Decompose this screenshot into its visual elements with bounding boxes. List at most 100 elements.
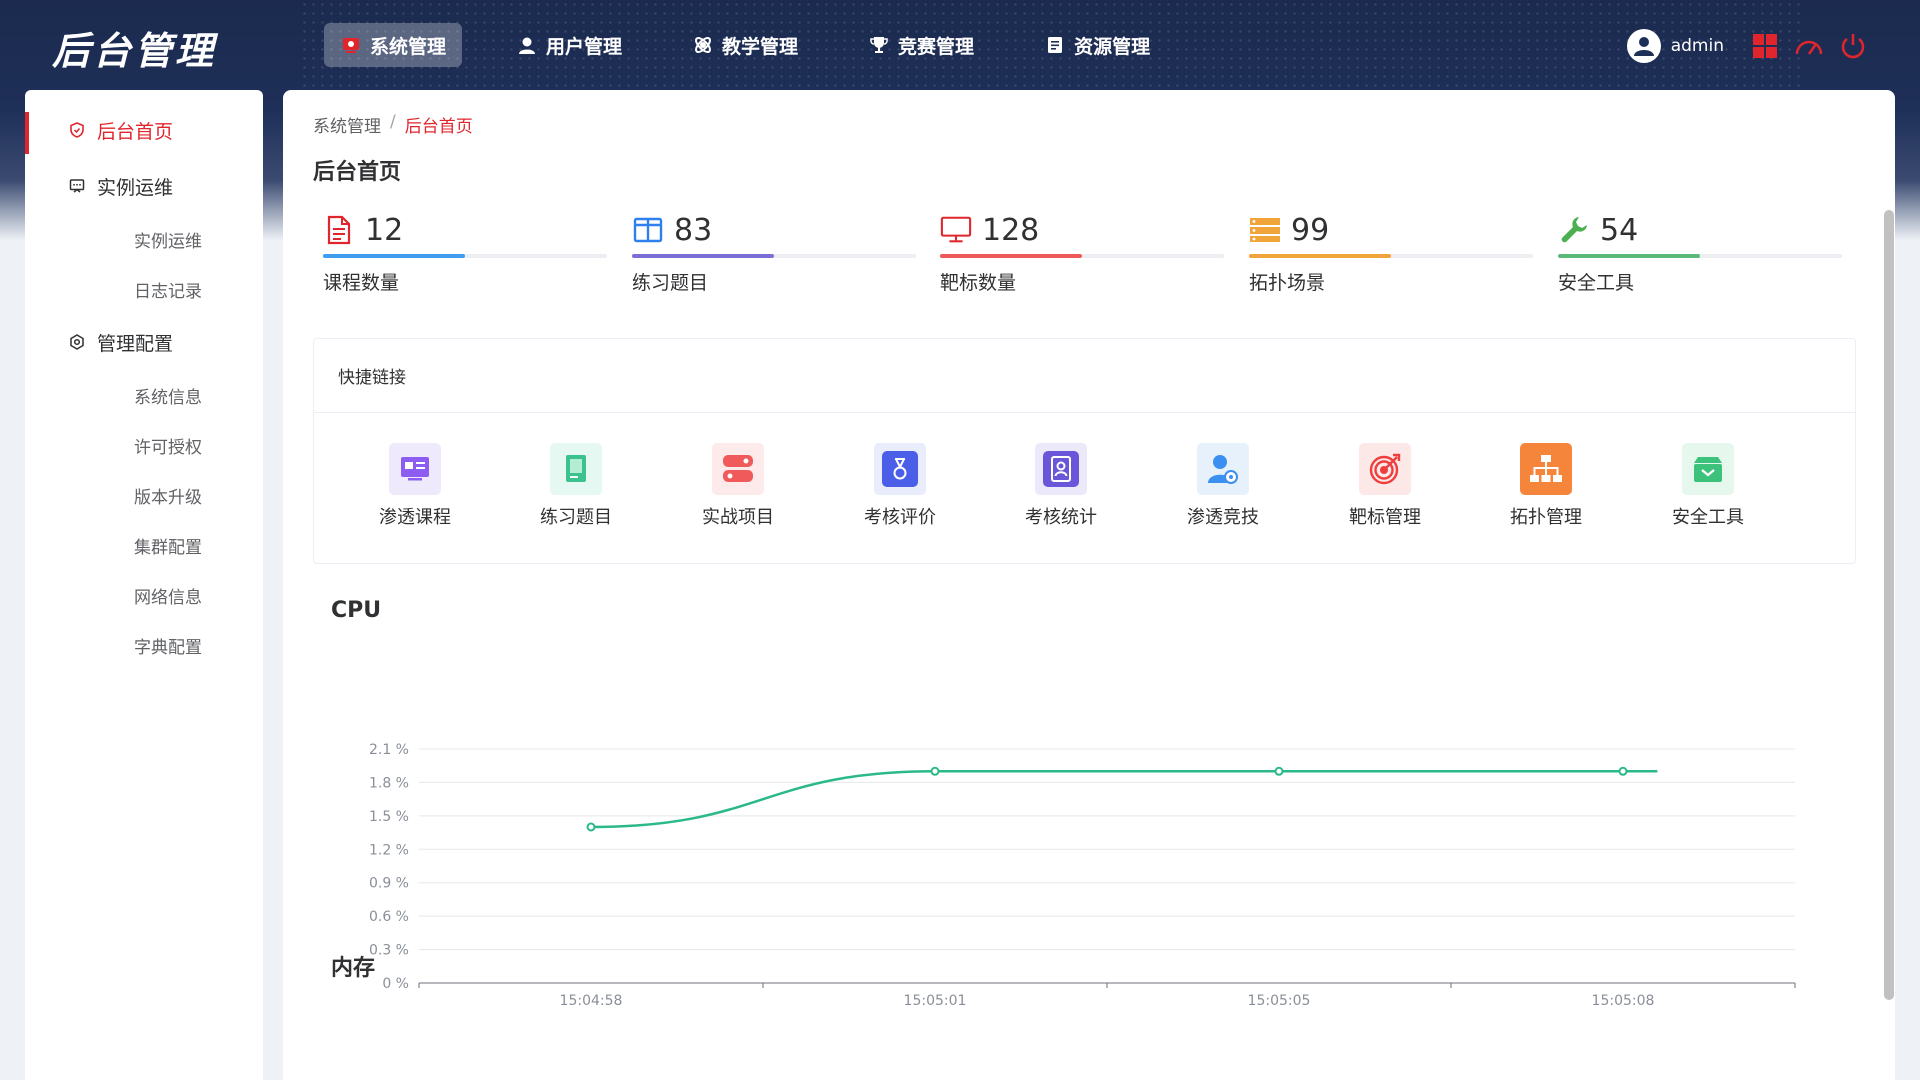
stat-progress-track bbox=[323, 254, 607, 258]
quick-link-project[interactable]: 实战项目 bbox=[673, 443, 803, 529]
sidebar-item-logs[interactable]: 日志记录 bbox=[25, 264, 263, 314]
nav-system[interactable]: 系统管理 bbox=[324, 23, 463, 67]
nav-label: 竞赛管理 bbox=[898, 35, 975, 58]
target-icon bbox=[1359, 443, 1411, 495]
stats-row: 12 课程数量 83 练习题目 128 靶标数量 99 拓扑场景 54 安全工具 bbox=[323, 212, 1843, 302]
nav-label: 教学管理 bbox=[722, 35, 799, 58]
quick-link-course[interactable]: 渗透课程 bbox=[350, 443, 480, 529]
sidebar-item-home[interactable]: 后台首页 bbox=[25, 102, 263, 158]
stat-progress-track bbox=[632, 254, 916, 258]
topology-icon bbox=[1520, 443, 1572, 495]
quick-link-topology[interactable]: 拓扑管理 bbox=[1481, 443, 1611, 529]
nav-resource[interactable]: 资源管理 bbox=[1028, 23, 1166, 67]
quick-link-statistics[interactable]: 考核统计 bbox=[996, 443, 1126, 529]
stat-value: 54 bbox=[1600, 212, 1639, 248]
book-icon bbox=[632, 214, 664, 246]
username[interactable]: admin bbox=[1671, 36, 1724, 56]
sidebar-group-instance[interactable]: 实例运维 bbox=[25, 158, 263, 214]
statistics-icon bbox=[1035, 443, 1087, 495]
server-icon bbox=[1249, 214, 1281, 246]
stat-value: 99 bbox=[1291, 212, 1330, 248]
document-icon bbox=[323, 214, 355, 246]
breadcrumb-separator: / bbox=[390, 112, 396, 132]
y-tick-label: 2.1 % bbox=[369, 742, 409, 758]
stat-card-tools: 54 安全工具 bbox=[1558, 212, 1842, 302]
sidebar-item-license[interactable]: 许可授权 bbox=[25, 420, 263, 470]
trophy-icon bbox=[868, 34, 890, 56]
practice-icon bbox=[550, 443, 602, 495]
breadcrumb-current: 后台首页 bbox=[404, 117, 473, 137]
compete-icon bbox=[1197, 443, 1249, 495]
settings-icon bbox=[67, 332, 87, 352]
quick-link-target[interactable]: 靶标管理 bbox=[1320, 443, 1450, 529]
breadcrumb: 系统管理 / 后台首页 bbox=[313, 112, 473, 137]
quick-link-label: 安全工具 bbox=[1672, 507, 1744, 528]
cpu-chart-title: CPU bbox=[331, 598, 382, 623]
sidebar-item-system-info[interactable]: 系统信息 bbox=[25, 370, 263, 420]
quick-link-evaluate[interactable]: 考核评价 bbox=[835, 443, 965, 529]
stat-progress-fill bbox=[323, 254, 465, 258]
avatar[interactable] bbox=[1626, 29, 1661, 63]
quick-link-practice[interactable]: 练习题目 bbox=[511, 443, 641, 529]
power-icon[interactable] bbox=[1836, 29, 1870, 63]
user-area: admin bbox=[1626, 26, 1870, 66]
wrench-icon bbox=[1558, 214, 1590, 246]
quick-links-title: 快捷链接 bbox=[314, 339, 1855, 413]
data-point bbox=[586, 822, 596, 832]
quick-link-label: 实战项目 bbox=[702, 507, 774, 528]
stat-progress-fill bbox=[940, 254, 1082, 258]
sidebar-item-instance-ops[interactable]: 实例运维 bbox=[25, 214, 263, 264]
evaluate-icon bbox=[874, 443, 926, 495]
stat-label: 靶标数量 bbox=[940, 272, 1017, 294]
teach-icon bbox=[692, 34, 714, 56]
memory-chart: 25 %30 % bbox=[283, 980, 1843, 1080]
cpu-chart: 0 %0.3 %0.6 %0.9 %1.2 %1.5 %1.8 %2.1 %15… bbox=[369, 742, 1796, 1009]
data-point bbox=[930, 766, 940, 776]
resource-icon bbox=[1044, 34, 1066, 56]
y-tick-label: 0.6 % bbox=[369, 909, 409, 925]
quick-link-label: 考核评价 bbox=[864, 507, 936, 528]
stat-label: 课程数量 bbox=[323, 272, 400, 294]
scrollbar-thumb[interactable] bbox=[1884, 210, 1894, 1000]
top-header: 后台管理 系统管理 用户管理 教学管理 竞赛管理 资源管理 admin bbox=[0, 0, 1920, 90]
project-icon bbox=[712, 443, 764, 495]
shield-icon bbox=[67, 120, 87, 140]
course-icon bbox=[389, 443, 441, 495]
sidebar-item-cluster[interactable]: 集群配置 bbox=[25, 520, 263, 570]
stat-card-courses: 12 课程数量 bbox=[323, 212, 607, 302]
stat-value: 12 bbox=[365, 212, 404, 248]
speedometer-icon[interactable] bbox=[1792, 29, 1826, 63]
monitor-chat-icon bbox=[67, 176, 87, 196]
sidebar-group-config[interactable]: 管理配置 bbox=[25, 314, 263, 370]
y-tick-label: 1.5 % bbox=[369, 809, 409, 825]
quick-links-card: 快捷链接 渗透课程 练习题目 实战项目 考核评价 考核统计 渗透竞技 靶标管理 … bbox=[313, 338, 1856, 564]
nav-label: 资源管理 bbox=[1074, 35, 1151, 58]
memory-chart-title: 内存 bbox=[331, 956, 376, 981]
grid-apps-icon[interactable] bbox=[1748, 29, 1782, 63]
top-nav: 系统管理 用户管理 教学管理 竞赛管理 资源管理 bbox=[324, 23, 1204, 67]
sidebar-item-label: 管理配置 bbox=[97, 332, 174, 355]
sidebar-item-label: 实例运维 bbox=[97, 176, 174, 199]
y-tick-label: 1.8 % bbox=[369, 775, 409, 791]
quick-link-compete[interactable]: 渗透竞技 bbox=[1158, 443, 1288, 529]
sidebar-item-network[interactable]: 网络信息 bbox=[25, 570, 263, 620]
stat-card-practice: 83 练习题目 bbox=[632, 212, 916, 302]
nav-competition[interactable]: 竞赛管理 bbox=[852, 23, 990, 67]
nav-teach[interactable]: 教学管理 bbox=[676, 23, 814, 67]
quick-link-toolbox[interactable]: 安全工具 bbox=[1643, 443, 1773, 529]
sidebar: 后台首页 实例运维 实例运维 日志记录 管理配置 系统信息 许可授权 版本升级 … bbox=[25, 90, 263, 1080]
main-panel: 系统管理 / 后台首页 后台首页 12 课程数量 83 练习题目 128 靶标数… bbox=[283, 90, 1895, 1080]
system-icon bbox=[340, 34, 362, 56]
sidebar-item-dictionary[interactable]: 字典配置 bbox=[25, 620, 263, 670]
quick-link-label: 练习题目 bbox=[540, 507, 612, 528]
sidebar-item-label: 后台首页 bbox=[97, 120, 174, 143]
sidebar-item-upgrade[interactable]: 版本升级 bbox=[25, 470, 263, 520]
breadcrumb-parent[interactable]: 系统管理 bbox=[313, 112, 381, 137]
series-line bbox=[590, 770, 1658, 829]
nav-user[interactable]: 用户管理 bbox=[500, 23, 638, 67]
quick-link-label: 渗透课程 bbox=[379, 507, 451, 528]
data-point bbox=[1618, 766, 1628, 776]
app-logo: 后台管理 bbox=[52, 29, 217, 73]
stat-progress-fill bbox=[1558, 254, 1700, 258]
data-point bbox=[1274, 766, 1284, 776]
